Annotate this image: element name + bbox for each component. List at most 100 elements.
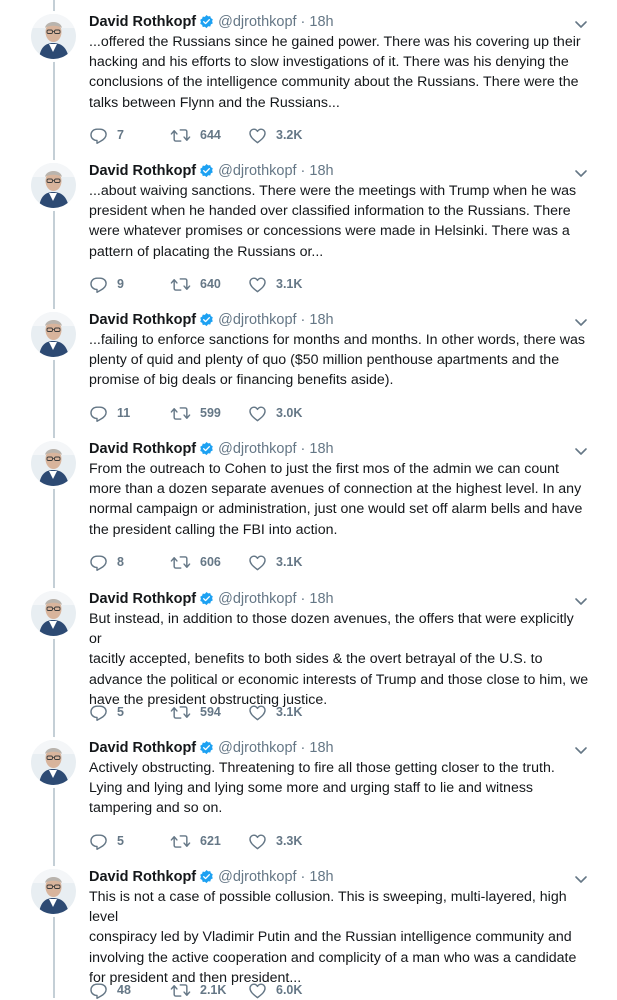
retweet-button[interactable]: 599 <box>170 403 221 423</box>
author-name[interactable]: David Rothkopf <box>89 740 196 756</box>
reply-icon <box>89 553 108 572</box>
author-handle[interactable]: @djrothkopf <box>218 591 296 607</box>
reply-icon <box>89 126 108 145</box>
retweet-button[interactable]: 644 <box>170 125 221 145</box>
reply-button[interactable]: 11 <box>89 403 130 423</box>
avatar[interactable] <box>31 312 76 357</box>
tweet-text: From the outreach to Cohen to just the f… <box>89 461 583 538</box>
tweet-header: David Rothkopf @djrothkopf · 18h <box>89 867 334 887</box>
tweet-actions: 5 594 3.1K <box>89 702 389 722</box>
like-count: 3.1K <box>276 705 303 719</box>
tweet-timestamp[interactable]: 18h <box>309 163 333 179</box>
like-count: 3.3K <box>276 834 303 848</box>
tweet-text: Actively obstructing. Threatening to fir… <box>89 760 555 817</box>
author-name[interactable]: David Rothkopf <box>89 441 196 457</box>
avatar[interactable] <box>31 740 76 785</box>
retweet-icon <box>170 553 191 572</box>
tweet-timestamp[interactable]: 18h <box>309 869 333 885</box>
tweet-actions: 5 621 3.3K <box>89 831 389 851</box>
retweet-button[interactable]: 640 <box>170 274 221 294</box>
avatar[interactable] <box>31 441 76 486</box>
avatar[interactable] <box>31 14 76 59</box>
retweet-icon <box>170 703 191 722</box>
like-button[interactable]: 6.0K <box>248 980 302 1000</box>
tweet-header: David Rothkopf @djrothkopf · 18h <box>89 12 334 32</box>
tweet-text: ...failing to enforce sanctions for mont… <box>89 332 586 389</box>
heart-icon <box>248 275 267 294</box>
separator-dot: · <box>300 591 306 607</box>
author-handle[interactable]: @djrothkopf <box>218 869 296 885</box>
reply-button[interactable]: 7 <box>89 125 124 145</box>
retweet-button[interactable]: 621 <box>170 831 221 851</box>
tweet-timestamp[interactable]: 18h <box>309 14 333 30</box>
retweet-button[interactable]: 594 <box>170 702 221 722</box>
like-count: 6.0K <box>276 983 303 997</box>
chevron-down-icon[interactable] <box>573 443 589 459</box>
author-handle[interactable]: @djrothkopf <box>218 441 296 457</box>
chevron-down-icon[interactable] <box>573 593 589 609</box>
tweet-header: David Rothkopf @djrothkopf · 18h <box>89 589 334 609</box>
author-name[interactable]: David Rothkopf <box>89 163 196 179</box>
author-name[interactable]: David Rothkopf <box>89 312 196 328</box>
tweet-timestamp[interactable]: 18h <box>309 441 333 457</box>
reply-button[interactable]: 5 <box>89 831 124 851</box>
tweet-actions: 7 644 3.2K <box>89 125 389 145</box>
retweet-icon <box>170 832 191 851</box>
chevron-down-icon[interactable] <box>573 871 589 887</box>
author-handle[interactable]: @djrothkopf <box>218 14 296 30</box>
reply-button[interactable]: 5 <box>89 702 124 722</box>
avatar[interactable] <box>31 163 76 208</box>
retweet-icon <box>170 275 191 294</box>
tweet-timestamp[interactable]: 18h <box>309 312 333 328</box>
retweet-button[interactable]: 606 <box>170 552 221 572</box>
tweet-header: David Rothkopf @djrothkopf · 18h <box>89 439 334 459</box>
chevron-down-icon[interactable] <box>573 16 589 32</box>
separator-dot: · <box>300 869 306 885</box>
chevron-down-icon[interactable] <box>573 742 589 758</box>
retweet-count: 621 <box>200 834 221 848</box>
like-button[interactable]: 3.1K <box>248 552 302 572</box>
heart-icon <box>248 832 267 851</box>
author-name[interactable]: David Rothkopf <box>89 591 196 607</box>
reply-button[interactable]: 9 <box>89 274 124 294</box>
like-button[interactable]: 3.1K <box>248 274 302 294</box>
reply-icon <box>89 404 108 423</box>
retweet-count: 2.1K <box>200 983 227 997</box>
author-name[interactable]: David Rothkopf <box>89 14 196 30</box>
tweet-timestamp[interactable]: 18h <box>309 740 333 756</box>
avatar[interactable] <box>31 591 76 636</box>
retweet-count: 644 <box>200 128 221 142</box>
separator-dot: · <box>300 14 306 30</box>
heart-icon <box>248 703 267 722</box>
author-name[interactable]: David Rothkopf <box>89 869 196 885</box>
heart-icon <box>248 404 267 423</box>
separator-dot: · <box>300 312 306 328</box>
heart-icon <box>248 981 267 1000</box>
chevron-down-icon[interactable] <box>573 314 589 330</box>
tweet-text: ...offered the Russians since he gained … <box>89 34 581 111</box>
tweet-actions: 9 640 3.1K <box>89 274 389 294</box>
retweet-icon <box>170 404 191 423</box>
like-button[interactable]: 3.3K <box>248 831 302 851</box>
like-button[interactable]: 3.1K <box>248 702 302 722</box>
like-button[interactable]: 3.0K <box>248 403 302 423</box>
tweet-header: David Rothkopf @djrothkopf · 18h <box>89 161 334 181</box>
author-handle[interactable]: @djrothkopf <box>218 163 296 179</box>
retweet-button[interactable]: 2.1K <box>170 980 226 1000</box>
reply-count: 8 <box>117 555 124 569</box>
avatar[interactable] <box>31 869 76 914</box>
tweet-header: David Rothkopf @djrothkopf · 18h <box>89 310 334 330</box>
like-count: 3.0K <box>276 406 303 420</box>
reply-icon <box>89 275 108 294</box>
reply-button[interactable]: 8 <box>89 552 124 572</box>
tweet-timestamp[interactable]: 18h <box>309 591 333 607</box>
reply-count: 11 <box>117 406 131 420</box>
tweet-text: This is not a case of possible collusion… <box>89 889 577 986</box>
reply-icon <box>89 703 108 722</box>
like-button[interactable]: 3.2K <box>248 125 302 145</box>
tweet-actions: 11 599 3.0K <box>89 403 389 423</box>
author-handle[interactable]: @djrothkopf <box>218 740 296 756</box>
chevron-down-icon[interactable] <box>573 165 589 181</box>
author-handle[interactable]: @djrothkopf <box>218 312 296 328</box>
reply-button[interactable]: 48 <box>89 980 131 1000</box>
